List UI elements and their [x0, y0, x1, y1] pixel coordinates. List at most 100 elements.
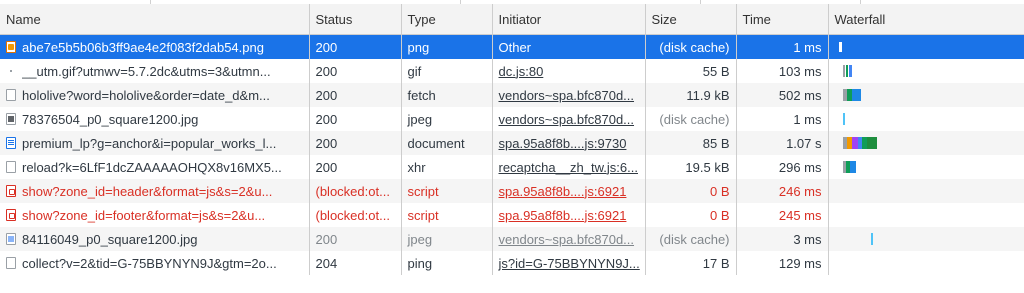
cell-status: 200 — [309, 83, 402, 107]
cell-name[interactable]: show?zone_id=footer&format=js&s=2&u... — [0, 203, 310, 227]
cell-initiator[interactable]: dc.js:80 — [492, 59, 646, 83]
cell-status: 200 — [309, 131, 402, 155]
table-row[interactable]: reload?k=6LfF1dcZAAAAAOHQX8v16MX5... 200… — [0, 155, 1024, 179]
cell-size: 85 B — [645, 131, 737, 155]
cell-time: 129 ms — [736, 251, 829, 275]
cell-waterfall — [828, 34, 1024, 59]
request-name: abe7e5b5b06b3ff9ae4e2f083f2dab54.png — [22, 39, 264, 55]
cell-time: 246 ms — [736, 179, 829, 203]
cell-time: 3 ms — [736, 227, 829, 251]
cell-waterfall — [828, 227, 1024, 251]
cell-status: (blocked:ot... — [309, 203, 402, 227]
cell-name[interactable]: 78376504_p0_square1200.jpg — [0, 107, 310, 131]
cell-size: 19.5 kB — [645, 155, 737, 179]
cell-name[interactable]: collect?v=2&tid=G-75BBYNYN9J&gtm=2o... — [0, 251, 310, 275]
cell-size: 0 B — [645, 179, 737, 203]
request-name: premium_lp?g=anchor&i=popular_works_l... — [22, 135, 277, 151]
column-header-name[interactable]: Name — [0, 4, 310, 35]
cell-initiator[interactable]: vendors~spa.bfc870d... — [492, 227, 646, 251]
cell-time: 1 ms — [736, 107, 829, 131]
cell-name[interactable]: hololive?word=hololive&order=date_d&m... — [0, 83, 310, 107]
cell-size: 0 B — [645, 203, 737, 227]
cell-type: script — [401, 203, 493, 227]
table-row[interactable]: collect?v=2&tid=G-75BBYNYN9J&gtm=2o... 2… — [0, 251, 1024, 275]
cell-size: (disk cache) — [645, 107, 737, 131]
table-row[interactable]: 78376504_p0_square1200.jpg 200 jpeg vend… — [0, 107, 1024, 131]
column-header-type[interactable]: Type — [401, 4, 493, 35]
cell-waterfall — [828, 203, 1024, 227]
cell-initiator[interactable]: spa.95a8f8b....js:6921 — [492, 179, 646, 203]
column-header-time[interactable]: Time — [736, 4, 829, 35]
request-name: show?zone_id=footer&format=js&s=2&u... — [22, 207, 266, 223]
table-row[interactable]: show?zone_id=header&format=js&s=2&u... (… — [0, 179, 1024, 203]
cell-status: 200 — [309, 107, 402, 131]
ping-file-icon — [6, 257, 16, 269]
table-row[interactable]: show?zone_id=footer&format=js&s=2&u... (… — [0, 203, 1024, 227]
cell-name[interactable]: premium_lp?g=anchor&i=popular_works_l... — [0, 131, 310, 155]
cell-status: 200 — [309, 227, 402, 251]
waterfall-bar — [838, 42, 842, 52]
cell-time: 502 ms — [736, 83, 829, 107]
blocked-script-icon — [6, 209, 16, 221]
cell-size: (disk cache) — [645, 34, 737, 59]
waterfall-bar — [870, 233, 873, 245]
cell-name[interactable]: show?zone_id=header&format=js&s=2&u... — [0, 179, 310, 203]
cell-type: png — [401, 34, 493, 59]
cell-initiator[interactable]: spa.95a8f8b....js:6921 — [492, 203, 646, 227]
table-row[interactable]: abe7e5b5b06b3ff9ae4e2f083f2dab54.png 200… — [0, 34, 1024, 59]
table-row[interactable]: hololive?word=hololive&order=date_d&m...… — [0, 83, 1024, 107]
cell-time: 103 ms — [736, 59, 829, 83]
cell-type: script — [401, 179, 493, 203]
cell-type: ping — [401, 251, 493, 275]
table-row[interactable]: premium_lp?g=anchor&i=popular_works_l...… — [0, 131, 1024, 155]
cell-name[interactable]: __utm.gif?utmwv=5.7.2dc&utms=3&utmn... — [0, 59, 310, 83]
cell-waterfall — [828, 131, 1024, 155]
request-name: hololive?word=hololive&order=date_d&m... — [22, 87, 270, 103]
cell-status: 200 — [309, 155, 402, 179]
cell-time: 245 ms — [736, 203, 829, 227]
cell-initiator[interactable]: recaptcha__zh_tw.js:6... — [492, 155, 646, 179]
image-file-icon — [6, 233, 16, 245]
document-file-icon — [6, 137, 16, 149]
cell-initiator[interactable]: vendors~spa.bfc870d... — [492, 107, 646, 131]
column-header-size[interactable]: Size — [645, 4, 737, 35]
cell-type: jpeg — [401, 227, 493, 251]
waterfall-bar — [866, 137, 877, 149]
column-header-status[interactable]: Status — [309, 4, 402, 35]
cell-initiator[interactable]: vendors~spa.bfc870d... — [492, 83, 646, 107]
table-row[interactable]: __utm.gif?utmwv=5.7.2dc&utms=3&utmn... 2… — [0, 59, 1024, 83]
waterfall-bar — [849, 161, 856, 173]
cell-type: fetch — [401, 83, 493, 107]
request-name: show?zone_id=header&format=js&s=2&u... — [22, 183, 273, 199]
waterfall-bar — [842, 65, 845, 77]
xhr-file-icon — [6, 161, 16, 173]
request-name: 78376504_p0_square1200.jpg — [22, 111, 199, 127]
cell-name[interactable]: abe7e5b5b06b3ff9ae4e2f083f2dab54.png — [0, 34, 310, 59]
cell-size: 11.9 kB — [645, 83, 737, 107]
cell-name[interactable]: reload?k=6LfF1dcZAAAAAOHQX8v16MX5... — [0, 155, 310, 179]
cell-waterfall — [828, 155, 1024, 179]
cell-size: 17 B — [645, 251, 737, 275]
column-header-initiator[interactable]: Initiator — [492, 4, 646, 35]
table-row[interactable]: 84116049_p0_square1200.jpg 200 jpeg vend… — [0, 227, 1024, 251]
image-file-icon — [6, 113, 16, 125]
cell-type: gif — [401, 59, 493, 83]
cell-size: (disk cache) — [645, 227, 737, 251]
cell-name[interactable]: 84116049_p0_square1200.jpg — [0, 227, 310, 251]
cell-time: 1 ms — [736, 34, 829, 59]
waterfall-bar — [851, 89, 861, 101]
cell-initiator: Other — [492, 34, 646, 59]
cell-status: 200 — [309, 59, 402, 83]
network-requests-table: Name Status Type Initiator Size Time Wat… — [0, 4, 1024, 275]
waterfall-bar — [848, 65, 852, 77]
request-name: reload?k=6LfF1dcZAAAAAOHQX8v16MX5... — [22, 159, 282, 175]
cell-initiator[interactable]: spa.95a8f8b....js:9730 — [492, 131, 646, 155]
table-header-row: Name Status Type Initiator Size Time Wat… — [0, 4, 1024, 35]
cell-initiator[interactable]: js?id=G-75BBYNYN9J... — [492, 251, 646, 275]
cell-waterfall — [828, 179, 1024, 203]
gif-file-icon — [6, 65, 16, 77]
cell-size: 55 B — [645, 59, 737, 83]
cell-waterfall — [828, 107, 1024, 131]
column-header-waterfall[interactable]: Waterfall — [828, 4, 1024, 35]
cell-type: document — [401, 131, 493, 155]
